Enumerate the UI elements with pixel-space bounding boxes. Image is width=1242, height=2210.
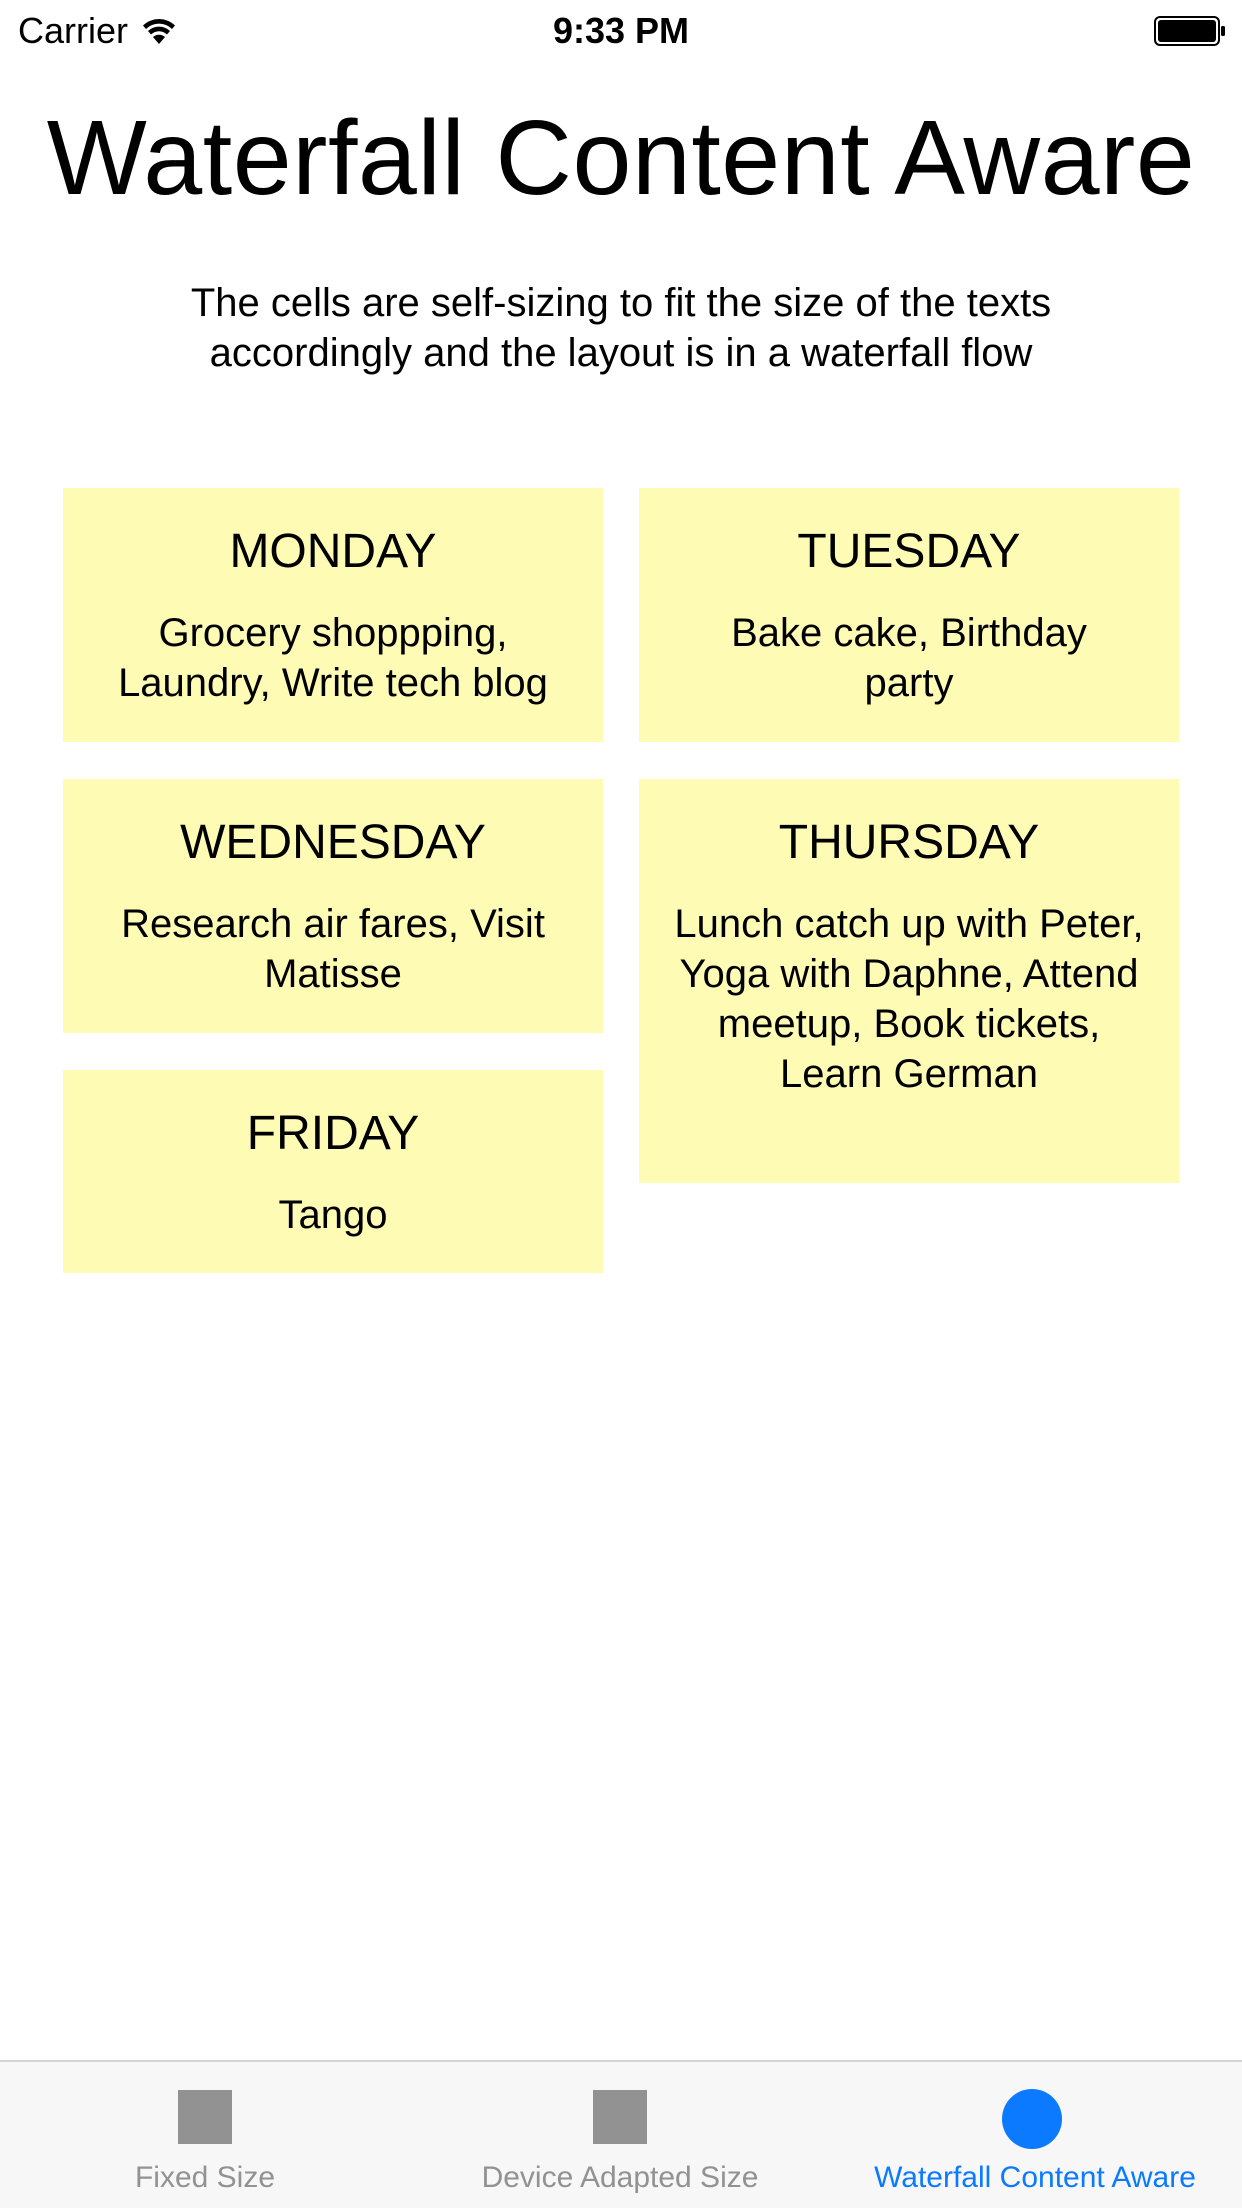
tab-label: Waterfall Content Aware	[874, 2161, 1196, 2194]
card-tasks: Grocery shoppping, Laundry, Write tech b…	[118, 611, 548, 705]
card-day-label: WEDNESDAY	[180, 816, 486, 869]
card-tasks: Tango	[278, 1193, 388, 1237]
square-icon	[593, 2090, 647, 2144]
day-card-thursday[interactable]: THURSDAY Lunch catch up with Peter, Yoga…	[639, 779, 1179, 1183]
card-day-label: TUESDAY	[797, 525, 1021, 578]
battery-icon	[1154, 16, 1225, 46]
tab-label: Device Adapted Size	[481, 2161, 759, 2194]
tab-bar: Fixed Size Device Adapted Size Waterfall…	[0, 2060, 1242, 2208]
day-card-wednesday[interactable]: WEDNESDAY Research air fares, Visit Mati…	[63, 779, 603, 1033]
tab-device-adapted-size[interactable]: Device Adapted Size	[440, 2062, 800, 2210]
day-card-tuesday[interactable]: TUESDAY Bake cake, Birthday party	[639, 488, 1179, 742]
status-bar: Carrier 9:33 PM	[0, 0, 1242, 60]
page-subtitle: The cells are self-sizing to fit the siz…	[190, 281, 1052, 375]
card-tasks: Research air fares, Visit Matisse	[121, 902, 545, 996]
status-time: 9:33 PM	[552, 10, 690, 51]
page-title: Waterfall Content Aware	[46, 99, 1196, 217]
card-tasks: Lunch catch up with Peter, Yoga with Dap…	[674, 902, 1144, 1096]
card-day-label: FRIDAY	[246, 1107, 420, 1160]
tab-fixed-size[interactable]: Fixed Size	[80, 2062, 330, 2210]
tab-label: Fixed Size	[134, 2161, 276, 2194]
square-icon	[178, 2090, 232, 2144]
circle-icon	[1002, 2089, 1062, 2149]
day-card-monday[interactable]: MONDAY Grocery shoppping, Laundry, Write…	[63, 488, 603, 742]
card-tasks: Bake cake, Birthday party	[731, 611, 1087, 705]
tab-waterfall-content-aware[interactable]: Waterfall Content Aware	[840, 2062, 1230, 2210]
card-day-label: THURSDAY	[778, 816, 1040, 869]
card-day-label: MONDAY	[229, 525, 437, 578]
day-card-friday[interactable]: FRIDAY Tango	[63, 1070, 603, 1273]
